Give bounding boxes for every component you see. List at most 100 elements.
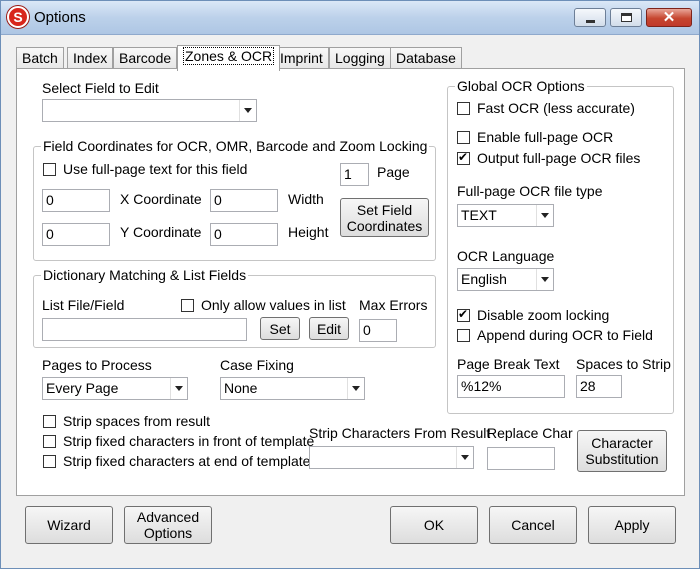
case-fixing-dropdown[interactable]: None xyxy=(220,377,365,400)
chevron-down-icon xyxy=(456,447,473,468)
checkbox-checked-icon xyxy=(457,150,470,165)
advanced-options-button[interactable]: Advanced Options xyxy=(124,506,212,544)
set-field-coordinates-button[interactable]: Set Field Coordinates xyxy=(340,198,429,237)
only-allow-values-label: Only allow values in list xyxy=(201,297,346,313)
minimize-button[interactable] xyxy=(574,8,606,27)
maximize-button[interactable] xyxy=(610,8,642,27)
x-coordinate-label: X Coordinate xyxy=(120,191,202,207)
page-input[interactable]: 1 xyxy=(340,163,369,186)
set-coords-line2: Coordinates xyxy=(346,217,423,234)
tab-barcode[interactable]: Barcode xyxy=(113,47,178,69)
char-sub-line2: Substitution xyxy=(585,451,659,467)
checkbox-box xyxy=(457,102,470,115)
edit-list-label: Edit xyxy=(316,320,342,337)
use-full-page-label: Use full-page text for this field xyxy=(63,161,248,177)
checkbox-box xyxy=(457,329,470,342)
global-ocr-title: Global OCR Options xyxy=(455,78,587,94)
y-coordinate-label: Y Coordinate xyxy=(120,224,202,240)
append-during-ocr-label: Append during OCR to Field xyxy=(477,327,653,343)
tab-label: Zones & OCR xyxy=(183,47,275,65)
character-substitution-button[interactable]: Character Substitution xyxy=(577,430,667,472)
strip-characters-label: Strip Characters From Result xyxy=(309,425,491,441)
checkbox-box xyxy=(43,415,56,428)
width-label: Width xyxy=(288,191,324,207)
cancel-button[interactable]: Cancel xyxy=(489,506,577,544)
field-coordinates-title: Field Coordinates for OCR, OMR, Barcode … xyxy=(41,138,430,154)
tab-batch[interactable]: Batch xyxy=(16,47,64,69)
tab-logging[interactable]: Logging xyxy=(329,47,391,69)
page-break-input[interactable]: %12% xyxy=(457,375,565,398)
case-fixing-value: None xyxy=(224,380,258,396)
chevron-down-icon xyxy=(536,205,553,226)
page-break-label: Page Break Text xyxy=(457,356,560,372)
replace-char-label: Replace Char xyxy=(487,425,573,441)
y-coordinate-input[interactable]: 0 xyxy=(42,223,110,246)
pages-to-process-label: Pages to Process xyxy=(42,357,152,373)
x-coordinate-input[interactable]: 0 xyxy=(42,189,110,212)
checkbox-box xyxy=(457,131,470,144)
file-type-label: Full-page OCR file type xyxy=(457,183,603,199)
app-logo-icon: S xyxy=(7,6,29,28)
tab-zones-ocr[interactable]: Zones & OCR xyxy=(177,45,281,71)
checkbox-box xyxy=(43,455,56,468)
ocr-language-value: English xyxy=(461,271,507,287)
window-title: Options xyxy=(34,9,86,26)
strip-front-label: Strip fixed characters in front of templ… xyxy=(63,433,315,449)
list-field-label: List File/Field xyxy=(42,297,125,313)
spaces-to-strip-label: Spaces to Strip xyxy=(576,356,671,372)
max-errors-input[interactable]: 0 xyxy=(359,319,397,342)
checkbox-checked-icon xyxy=(457,307,470,322)
select-field-dropdown[interactable] xyxy=(42,99,257,122)
chevron-down-icon xyxy=(536,269,553,290)
tab-label: Logging xyxy=(335,50,385,66)
height-input[interactable]: 0 xyxy=(210,223,278,246)
strip-characters-dropdown[interactable] xyxy=(309,446,474,469)
tab-label: Database xyxy=(396,50,456,66)
tab-label: Barcode xyxy=(119,50,172,66)
apply-button[interactable]: Apply xyxy=(588,506,676,544)
strip-spaces-label: Strip spaces from result xyxy=(63,413,211,429)
ok-button[interactable]: OK xyxy=(390,506,478,544)
tab-imprint[interactable]: Imprint xyxy=(274,47,329,69)
ocr-language-dropdown[interactable]: English xyxy=(457,268,554,291)
ok-label: OK xyxy=(423,517,445,533)
fast-ocr-label: Fast OCR (less accurate) xyxy=(477,100,635,116)
wizard-label: Wizard xyxy=(47,517,91,533)
tab-label: Imprint xyxy=(280,50,323,66)
cancel-label: Cancel xyxy=(511,517,555,533)
file-type-dropdown[interactable]: TEXT xyxy=(457,204,554,227)
chevron-down-icon xyxy=(239,100,256,121)
height-label: Height xyxy=(288,224,329,240)
close-button[interactable]: ✕ xyxy=(646,8,692,27)
spaces-to-strip-input[interactable]: 28 xyxy=(576,375,622,398)
dictionary-title: Dictionary Matching & List Fields xyxy=(41,267,249,283)
list-field-input[interactable] xyxy=(42,318,247,341)
chevron-down-icon xyxy=(170,378,187,399)
checkbox-box xyxy=(43,163,56,176)
edit-list-button[interactable]: Edit xyxy=(309,317,349,340)
advanced-line2: Options xyxy=(143,525,193,541)
page-label: Page xyxy=(377,164,410,180)
ocr-language-label: OCR Language xyxy=(457,248,555,264)
disable-zoom-locking-label: Disable zoom locking xyxy=(477,307,610,323)
tab-index[interactable]: Index xyxy=(67,47,114,69)
title-bar[interactable]: S Options ✕ xyxy=(1,1,699,35)
maximize-icon xyxy=(621,13,632,22)
tab-label: Batch xyxy=(22,50,58,66)
apply-label: Apply xyxy=(614,517,650,533)
tab-database[interactable]: Database xyxy=(390,47,462,69)
close-icon: ✕ xyxy=(662,9,676,26)
pages-to-process-value: Every Page xyxy=(46,380,119,396)
set-list-button[interactable]: Set xyxy=(260,317,300,340)
replace-char-input[interactable] xyxy=(487,447,555,470)
minimize-icon xyxy=(586,20,595,23)
pages-to-process-dropdown[interactable]: Every Page xyxy=(42,377,188,400)
checkbox-box xyxy=(181,299,194,312)
advanced-line1: Advanced xyxy=(136,509,200,525)
select-field-label: Select Field to Edit xyxy=(42,80,159,96)
width-input[interactable]: 0 xyxy=(210,189,278,212)
enable-full-page-ocr-label: Enable full-page OCR xyxy=(477,129,614,145)
wizard-button[interactable]: Wizard xyxy=(25,506,113,544)
case-fixing-label: Case Fixing xyxy=(220,357,294,373)
tab-label: Index xyxy=(73,50,108,66)
